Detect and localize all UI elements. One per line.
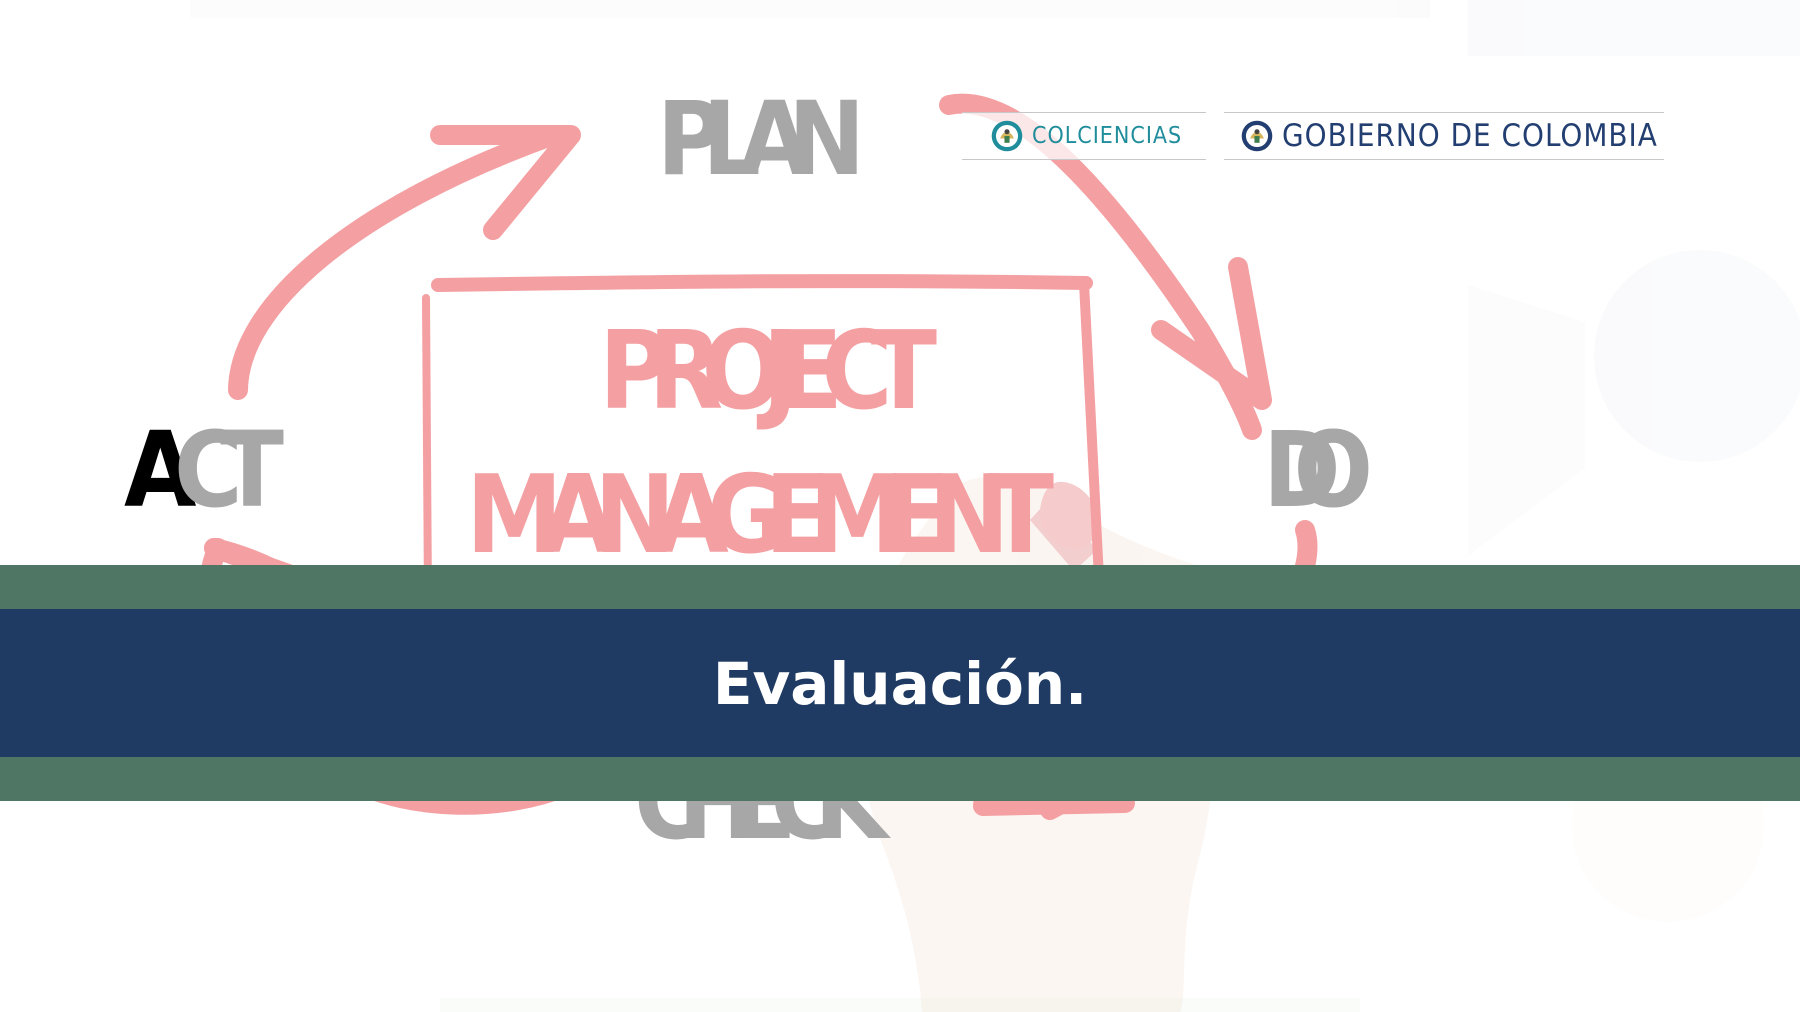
act-label: ACT (124, 409, 284, 531)
slide: PROJECT MANAGEMENT PLAN DO CHECK ACT COL… (0, 0, 1800, 1012)
board-line-1: PROJECT (599, 309, 937, 434)
colombia-seal-icon (1241, 120, 1273, 152)
board-line-2: MANAGEMENT (466, 453, 1054, 578)
logo-strip: COLCIENCIAS GOBIERNO DE COLOMBIA (962, 111, 1664, 161)
slide-title: Evaluación. (712, 649, 1088, 718)
colombia-seal-icon (991, 120, 1023, 152)
colciencias-wordmark: COLCIENCIAS (1032, 123, 1183, 149)
do-label: DO (1263, 409, 1373, 531)
colciencias-logo: COLCIENCIAS (962, 112, 1206, 160)
title-banner: Evaluación. (0, 609, 1800, 757)
act-label-rest: CT (174, 409, 284, 531)
plan-label: PLAN (657, 80, 865, 199)
gobierno-wordmark: GOBIERNO DE COLOMBIA (1282, 118, 1658, 154)
gobierno-logo: GOBIERNO DE COLOMBIA (1224, 112, 1664, 160)
